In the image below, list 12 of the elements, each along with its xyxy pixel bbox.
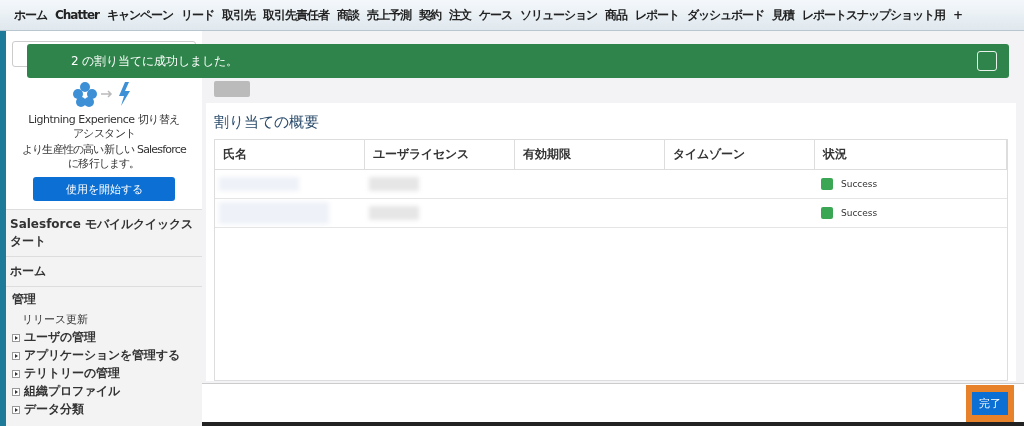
column-header: ユーザライセンス (365, 140, 515, 170)
status-text: Success (841, 179, 878, 189)
toast-message: 2 の割り当てに成功しました。 (71, 52, 239, 70)
summary-title: 割り当ての概要 (214, 113, 320, 132)
status-text: Success (841, 208, 878, 218)
promo-title: Lightning Experience 切り替えアシスタント (27, 113, 181, 141)
promo-text: より生産性の高い新しい Salesforce に移行します。 (21, 143, 188, 171)
column-header: 氏名 (215, 140, 365, 170)
column-header: 状況 (815, 140, 1007, 170)
column-header: 有効期限 (515, 140, 665, 170)
column-header: タイムゾーン (665, 140, 815, 170)
admin-heading: 管理 (12, 291, 37, 308)
